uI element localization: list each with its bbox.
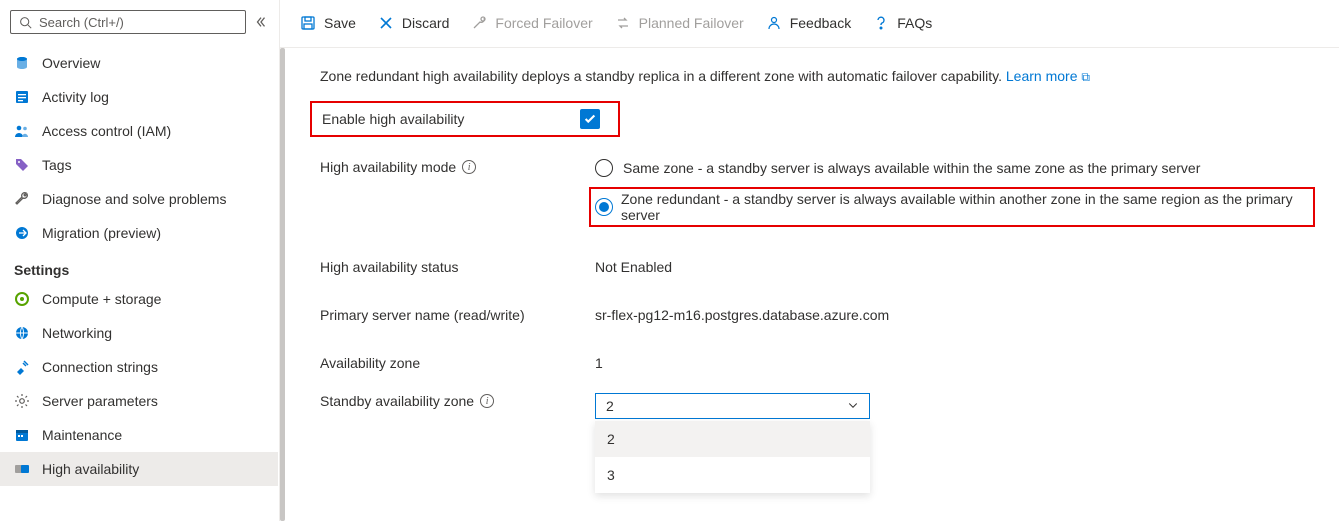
sidebar-item-label: Tags xyxy=(42,157,72,173)
standby-zone-label: Standby availability zone xyxy=(320,393,474,409)
planned-failover-icon xyxy=(615,15,631,31)
radio-icon xyxy=(595,198,613,216)
info-icon[interactable]: i xyxy=(462,160,476,174)
sidebar-item-label: High availability xyxy=(42,461,139,477)
sidebar-item-overview[interactable]: Overview xyxy=(0,46,278,80)
standby-zone-dropdown: 2 3 xyxy=(595,421,870,493)
question-icon xyxy=(873,15,889,31)
forced-failover-button: Forced Failover xyxy=(471,15,592,31)
sidebar-item-diagnose[interactable]: Diagnose and solve problems xyxy=(0,182,278,216)
gear-icon xyxy=(14,393,30,409)
dropdown-option[interactable]: 2 xyxy=(595,421,870,457)
sidebar-section-settings: Settings xyxy=(0,250,278,282)
search-placeholder: Search (Ctrl+/) xyxy=(39,15,124,30)
sidebar-item-access-control[interactable]: Access control (IAM) xyxy=(0,114,278,148)
ha-status-label: High availability status xyxy=(320,259,459,275)
sidebar-item-migration[interactable]: Migration (preview) xyxy=(0,216,278,250)
enable-ha-label: Enable high availability xyxy=(322,111,464,127)
sidebar-item-label: Maintenance xyxy=(42,427,122,443)
log-icon xyxy=(14,89,30,105)
search-icon xyxy=(17,14,33,30)
sidebar-item-tags[interactable]: Tags xyxy=(0,148,278,182)
primary-server-value: sr-flex-pg12-m16.postgres.database.azure… xyxy=(595,307,889,323)
feedback-icon xyxy=(766,15,782,31)
tag-icon xyxy=(14,157,30,173)
faqs-button[interactable]: FAQs xyxy=(873,15,932,31)
radio-icon xyxy=(595,159,613,177)
sidebar-item-compute-storage[interactable]: Compute + storage xyxy=(0,282,278,316)
enable-ha-checkbox[interactable] xyxy=(580,109,600,129)
sidebar-item-maintenance[interactable]: Maintenance xyxy=(0,418,278,452)
external-link-icon: ⧉ xyxy=(1081,70,1090,84)
save-button[interactable]: Save xyxy=(300,15,356,31)
dropdown-option[interactable]: 3 xyxy=(595,457,870,493)
sidebar-item-label: Connection strings xyxy=(42,359,158,375)
sidebar-item-label: Compute + storage xyxy=(42,291,161,307)
learn-more-link[interactable]: Learn more ⧉ xyxy=(1006,68,1090,84)
availability-zone-label: Availability zone xyxy=(320,355,420,371)
sidebar-item-high-availability[interactable]: High availability xyxy=(0,452,278,486)
calendar-icon xyxy=(14,427,30,443)
save-icon xyxy=(300,15,316,31)
sidebar-item-label: Overview xyxy=(42,55,100,71)
sidebar-item-label: Networking xyxy=(42,325,112,341)
sidebar-item-label: Activity log xyxy=(42,89,109,105)
feedback-button[interactable]: Feedback xyxy=(766,15,851,31)
ha-mode-label: High availability mode xyxy=(320,159,456,175)
scrollbar[interactable] xyxy=(280,48,285,521)
wrench-icon xyxy=(14,191,30,207)
info-icon[interactable]: i xyxy=(480,394,494,408)
sidebar-item-server-parameters[interactable]: Server parameters xyxy=(0,384,278,418)
sidebar-item-connection-strings[interactable]: Connection strings xyxy=(0,350,278,384)
collapse-sidebar-icon[interactable] xyxy=(254,15,268,29)
discard-button[interactable]: Discard xyxy=(378,15,449,31)
database-icon xyxy=(14,55,30,71)
sidebar-item-networking[interactable]: Networking xyxy=(0,316,278,350)
sidebar-item-activity-log[interactable]: Activity log xyxy=(0,80,278,114)
planned-failover-button: Planned Failover xyxy=(615,15,744,31)
forced-failover-icon xyxy=(471,15,487,31)
search-input[interactable]: Search (Ctrl+/) xyxy=(10,10,246,34)
sidebar-item-label: Server parameters xyxy=(42,393,158,409)
primary-server-label: Primary server name (read/write) xyxy=(320,307,525,323)
radio-same-zone[interactable]: Same zone - a standby server is always a… xyxy=(595,159,1200,177)
radio-zone-redundant[interactable]: Zone redundant - a standby server is alw… xyxy=(589,187,1315,227)
ha-icon xyxy=(14,461,30,477)
availability-zone-value: 1 xyxy=(595,355,603,371)
sidebar-item-label: Migration (preview) xyxy=(42,225,161,241)
standby-zone-select[interactable]: 2 xyxy=(595,393,870,419)
discard-icon xyxy=(378,15,394,31)
migration-icon xyxy=(14,225,30,241)
intro-text: Zone redundant high availability deploys… xyxy=(320,68,1315,95)
sidebar-item-label: Diagnose and solve problems xyxy=(42,191,226,207)
ha-status-value: Not Enabled xyxy=(595,259,672,275)
globe-icon xyxy=(14,325,30,341)
chevron-down-icon xyxy=(847,398,859,414)
sidebar-item-label: Access control (IAM) xyxy=(42,123,171,139)
plug-icon xyxy=(14,359,30,375)
compute-icon xyxy=(14,291,30,307)
people-icon xyxy=(14,123,30,139)
